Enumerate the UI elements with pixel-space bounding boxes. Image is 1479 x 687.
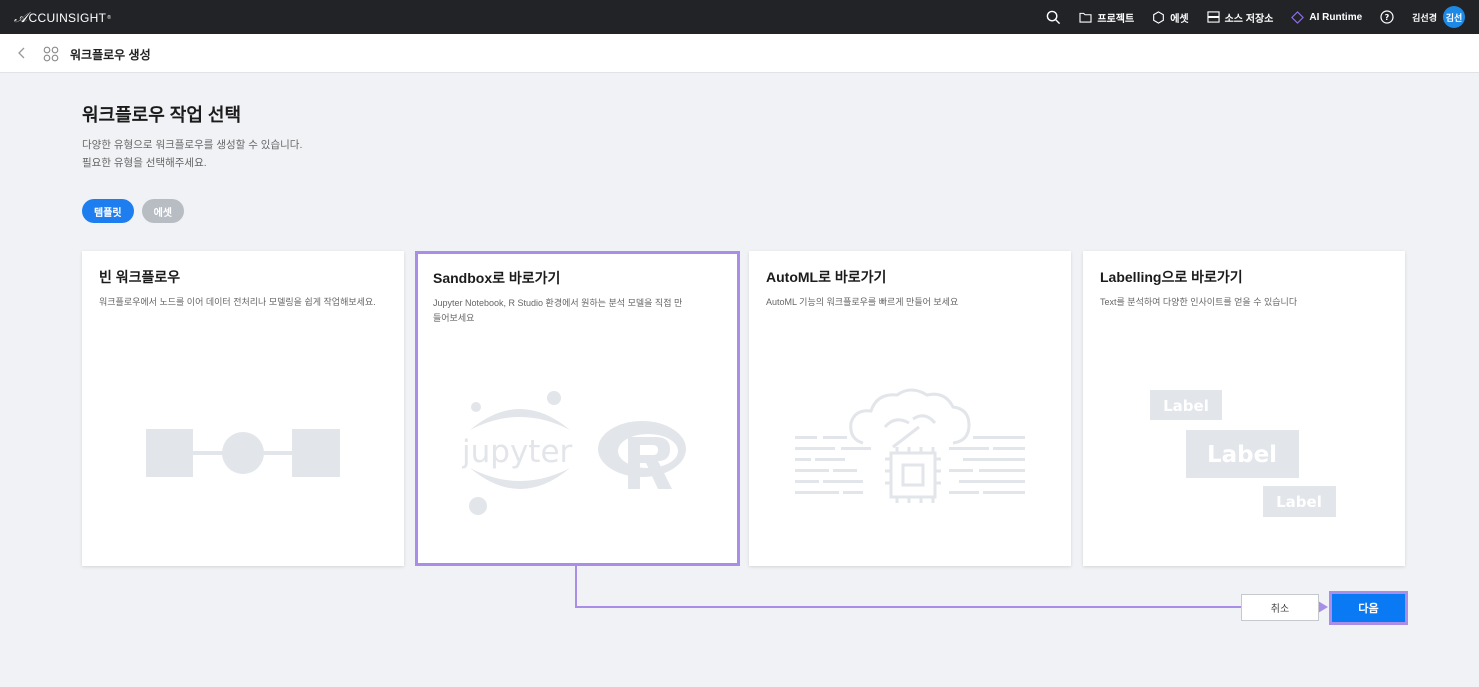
- card-title: Labelling으로 바로가기: [1100, 269, 1243, 285]
- r-studio-logo-icon: [598, 421, 686, 489]
- top-navbar: 𝒜 CCUINSIGHT ® 프로젝트 에셋 소스 저장소 AI Runtime …: [0, 0, 1479, 34]
- label-tag-small: Label: [1276, 493, 1322, 511]
- type-filter-chips: 템플릿 에셋: [82, 199, 185, 223]
- logo-text: CCUINSIGHT: [28, 10, 107, 25]
- cancel-button[interactable]: 취소: [1241, 594, 1319, 621]
- card-description: Jupyter Notebook, R Studio 환경에서 원하는 분석 모…: [433, 298, 683, 323]
- user-menu[interactable]: 김선경 김선: [1412, 6, 1465, 28]
- card-labelling[interactable]: Labelling으로 바로가기 Text를 분석하여 다양한 인사이트를 얻을…: [1083, 251, 1405, 566]
- nav-projects[interactable]: 프로젝트: [1079, 10, 1134, 25]
- folder-icon: [1079, 12, 1092, 23]
- section-description: 다양한 유형으로 워크플로우를 생성할 수 있습니다. 필요한 유형을 선택해주…: [82, 136, 302, 172]
- card-sandbox[interactable]: Sandbox로 바로가기 Jupyter Notebook, R Studio…: [415, 251, 740, 566]
- top-nav-menu: 프로젝트 에셋 소스 저장소 AI Runtime ? 김선경 김선: [1046, 0, 1465, 34]
- page-title: 워크플로우 생성: [70, 48, 151, 62]
- logo-mark-icon: 𝒜: [14, 9, 28, 25]
- app-logo[interactable]: 𝒜 CCUINSIGHT ®: [14, 9, 111, 26]
- diamond-icon: [1291, 10, 1305, 24]
- card-description: Text를 분석하여 다양한 인사이트를 얻을 수 있습니다: [1100, 297, 1298, 307]
- next-button-highlight: 다음: [1329, 591, 1408, 625]
- help-icon: ?: [1380, 10, 1394, 24]
- nav-ai-runtime[interactable]: AI Runtime: [1291, 10, 1363, 24]
- nav-source-repo[interactable]: 소스 저장소: [1207, 10, 1274, 25]
- nav-assets[interactable]: 에셋: [1152, 10, 1189, 25]
- chip-asset[interactable]: 에셋: [141, 199, 185, 223]
- user-name: 김선경: [1412, 12, 1437, 23]
- help-button[interactable]: ?: [1380, 10, 1394, 24]
- nav-assets-label: 에셋: [1170, 13, 1189, 25]
- nav-ai-runtime-label: AI Runtime: [1309, 11, 1363, 23]
- chip-template[interactable]: 템플릿: [82, 199, 134, 223]
- card-description: 워크플로우에서 노드를 이어 데이터 전처리나 모델링을 쉽게 작업해보세요.: [99, 297, 376, 307]
- label-tag-large: Label: [1207, 442, 1277, 468]
- description-line: 다양한 유형으로 워크플로우를 생성할 수 있습니다.: [82, 139, 303, 151]
- nav-source-repo-label: 소스 저장소: [1224, 13, 1274, 25]
- page-header: 워크플로우 생성: [0, 34, 1479, 73]
- card-description: AutoML 기능의 워크플로우를 빠르게 만들어 보세요: [766, 297, 959, 307]
- nav-projects-label: 프로젝트: [1097, 13, 1135, 25]
- jupyter-wordmark: jupyter: [462, 434, 573, 470]
- avatar: 김선: [1443, 6, 1465, 28]
- card-empty-workflow[interactable]: 빈 워크플로우 워크플로우에서 노드를 이어 데이터 전처리나 모델링을 쉽게 …: [82, 251, 404, 566]
- next-button[interactable]: 다음: [1332, 594, 1405, 622]
- card-title: AutoML로 바로가기: [766, 269, 887, 285]
- label-tag-small: Label: [1163, 397, 1209, 415]
- card-title: Sandbox로 바로가기: [433, 270, 561, 286]
- ai-brain-chip-illustration: [795, 388, 1025, 503]
- back-button[interactable]: [17, 46, 27, 65]
- storage-icon: [1207, 11, 1220, 23]
- hexagon-icon: [1153, 10, 1165, 24]
- search-icon: [1047, 10, 1061, 24]
- description-line: 필요한 유형을 선택해주세요.: [82, 157, 207, 169]
- section-title: 워크플로우 작업 선택: [82, 105, 242, 125]
- search-button[interactable]: [1046, 10, 1061, 25]
- card-automl[interactable]: AutoML로 바로가기 AutoML 기능의 워크플로우를 빠르게 만들어 보…: [749, 251, 1071, 566]
- jupyter-logo-icon: jupyter: [462, 391, 573, 515]
- workflow-icon: [43, 46, 59, 67]
- workflow-nodes-illustration: [146, 429, 340, 477]
- svg-text:?: ?: [1385, 13, 1390, 22]
- label-tags-illustration: Label Label Label: [1150, 390, 1336, 517]
- chevron-left-icon: [18, 47, 25, 59]
- card-title: 빈 워크플로우: [99, 269, 181, 285]
